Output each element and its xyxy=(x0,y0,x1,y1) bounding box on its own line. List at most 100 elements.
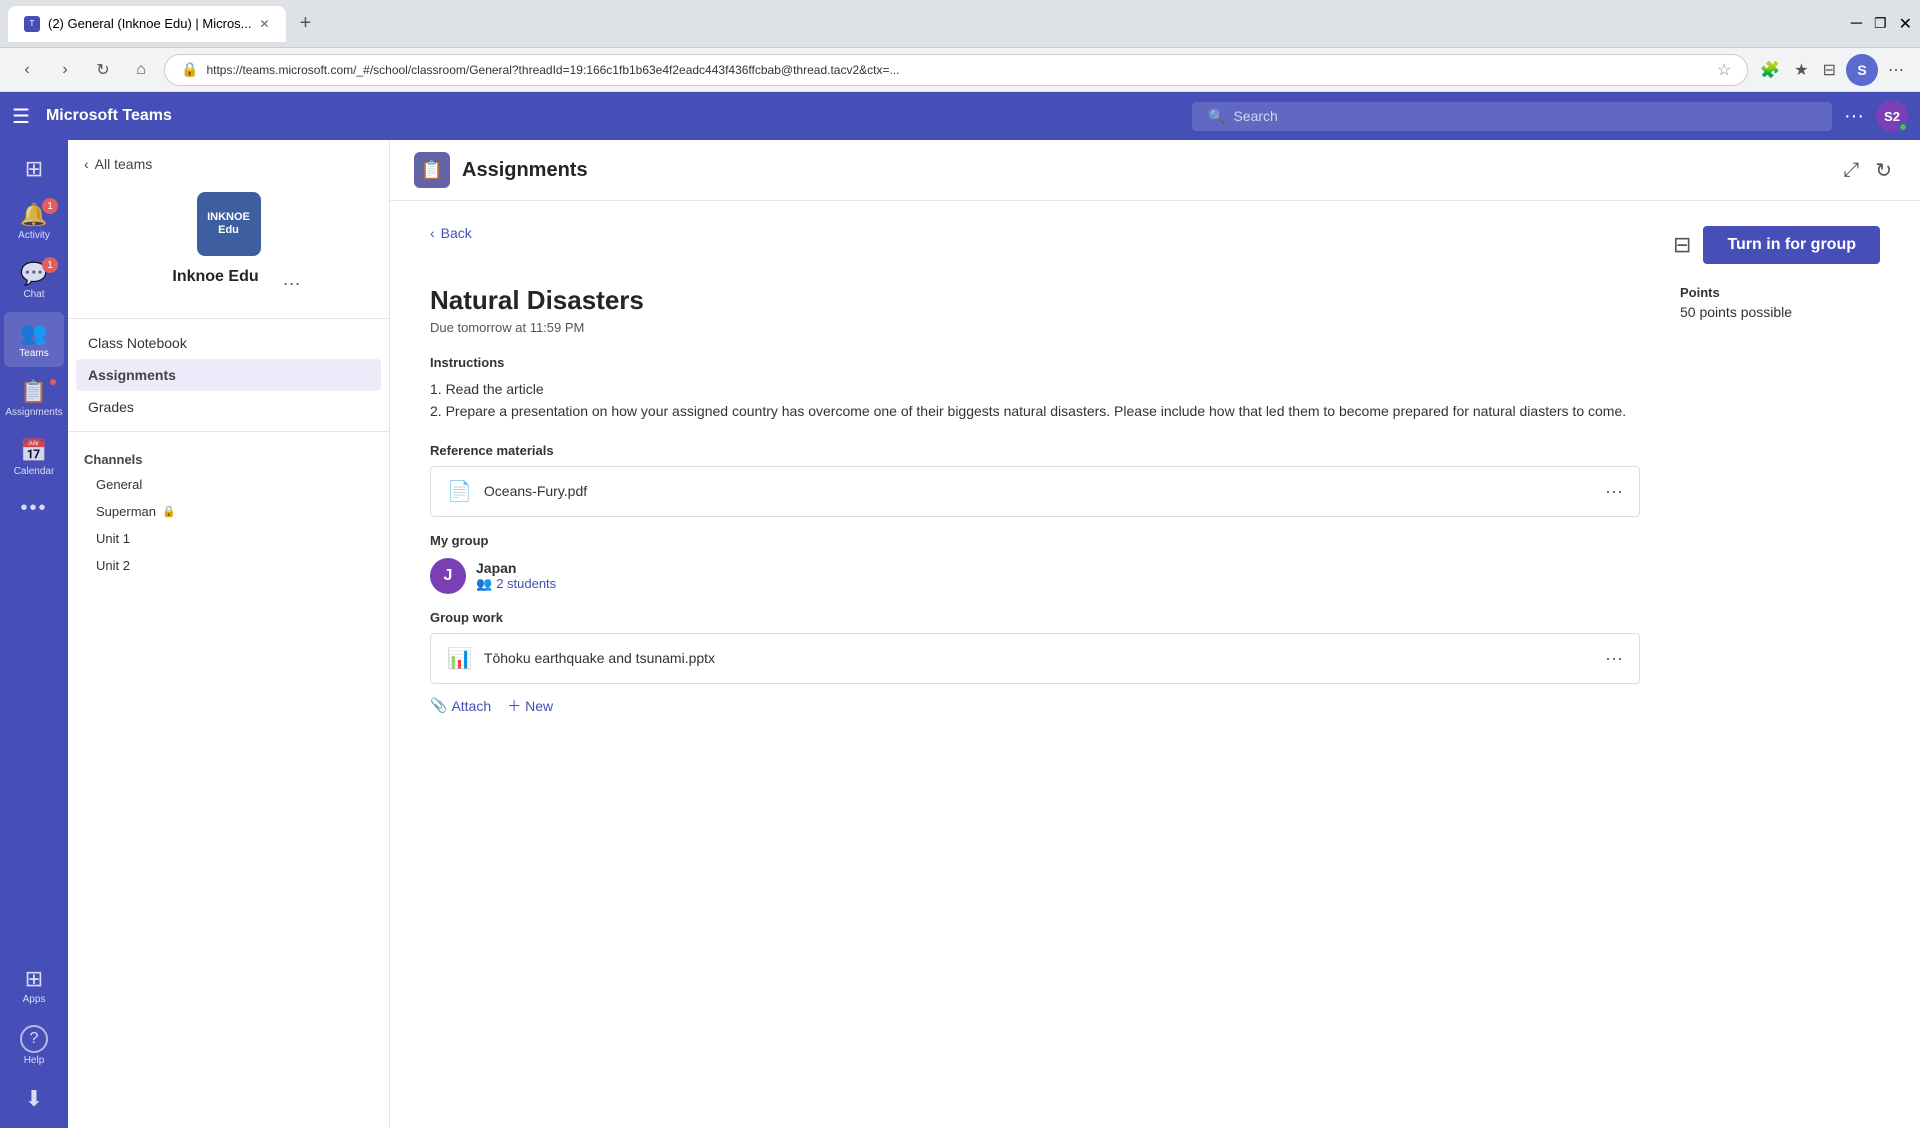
turn-in-button[interactable]: Turn in for group xyxy=(1703,226,1880,264)
user-avatar[interactable]: S2 xyxy=(1876,100,1908,132)
sidebar-item-calendar[interactable]: 📅 Calendar xyxy=(4,430,64,485)
channel-superman-label: Superman xyxy=(96,504,156,519)
channels-header: Channels xyxy=(68,440,389,471)
channel-unit2[interactable]: Unit 2 xyxy=(76,552,381,579)
profile-button[interactable]: S xyxy=(1846,54,1878,86)
assignments-icon: 📋 xyxy=(20,379,47,405)
sidebar-item-help[interactable]: ? Help xyxy=(4,1017,64,1074)
grid-icon: ⊞ xyxy=(25,156,43,182)
group-section: My group J Japan 👥 2 students xyxy=(430,533,1640,594)
new-button[interactable]: ＋ New xyxy=(507,696,553,716)
activity-badge: 1 xyxy=(42,198,58,214)
instructions-label: Instructions xyxy=(430,355,1640,370)
browser-more-button[interactable]: ⋯ xyxy=(1884,54,1908,86)
attach-row: 📎 Attach ＋ New xyxy=(430,696,1640,716)
maximize-button[interactable]: ❐ xyxy=(1874,15,1887,32)
header-actions: ⤢ ↻ xyxy=(1839,154,1896,187)
channel-unit2-label: Unit 2 xyxy=(96,558,130,573)
assignments-sidebar-label: Assignments xyxy=(5,407,62,418)
team-nav-list: Class Notebook Assignments Grades xyxy=(68,327,389,423)
search-input[interactable] xyxy=(1233,108,1816,124)
channel-unit1-label: Unit 1 xyxy=(96,531,130,546)
ref-file-more-button[interactable]: ··· xyxy=(1605,481,1623,502)
channel-general[interactable]: General xyxy=(76,471,381,498)
detail-sidebar: Points 50 points possible xyxy=(1680,285,1880,716)
nav-item-assignments[interactable]: Assignments xyxy=(76,359,381,391)
sidebar-item-chat[interactable]: 💬 Chat 1 xyxy=(4,253,64,308)
new-tab-button[interactable]: + xyxy=(292,8,320,39)
collections-button[interactable]: ⊟ xyxy=(1819,54,1840,86)
lock-icon: 🔒 xyxy=(162,505,176,518)
group-name: Japan xyxy=(476,560,556,576)
more-icon: ••• xyxy=(20,497,47,520)
channel-unit1[interactable]: Unit 1 xyxy=(76,525,381,552)
search-bar[interactable]: 🔍 xyxy=(1192,102,1832,131)
activity-label: Activity xyxy=(18,230,50,241)
extensions-button[interactable]: 🧩 xyxy=(1756,54,1784,86)
calendar-label: Calendar xyxy=(14,466,55,477)
nav-item-class-notebook[interactable]: Class Notebook xyxy=(76,327,381,359)
browser-tab-active[interactable]: T (2) General (Inknoe Edu) | Micros... ✕ xyxy=(8,6,286,42)
rubric-button[interactable]: ⊟ xyxy=(1673,232,1691,258)
detail-header-row: ‹ Back ⊟ Turn in for group xyxy=(430,225,1880,265)
chat-badge: 1 xyxy=(42,257,58,273)
header-right: ··· S2 xyxy=(1844,100,1908,132)
apps-icon: ⊞ xyxy=(25,966,43,992)
tab-close-button[interactable]: ✕ xyxy=(260,17,270,31)
teams-panel: ‹ All teams INKNOEEdu Inknoe Edu ··· Cla… xyxy=(68,140,390,1128)
back-button[interactable]: ‹ Back xyxy=(430,225,472,241)
address-bar[interactable]: 🔒 https://teams.microsoft.com/_#/school/… xyxy=(164,54,1748,86)
back-nav-button[interactable]: ‹ xyxy=(12,55,42,85)
divider-2 xyxy=(68,431,389,432)
group-file-more-button[interactable]: ··· xyxy=(1605,648,1623,669)
detail-layout: Natural Disasters Due tomorrow at 11:59 … xyxy=(430,285,1880,716)
star-icon[interactable]: ☆ xyxy=(1717,60,1731,80)
app-sidebar: ⊞ 🔔 Activity 1 💬 Chat 1 👥 Teams 📋 Assign… xyxy=(0,140,68,1128)
app-header: ☰ Microsoft Teams 🔍 ··· S2 xyxy=(0,92,1920,140)
sidebar-item-teams[interactable]: 👥 Teams xyxy=(4,312,64,367)
back-chevron-icon: ‹ xyxy=(430,225,435,241)
online-status-dot xyxy=(1898,122,1908,132)
forward-nav-button[interactable]: › xyxy=(50,55,80,85)
tab-icon: T xyxy=(24,16,40,32)
header-more-button[interactable]: ··· xyxy=(1844,105,1864,128)
main-content: 📋 Assignments ⤢ ↻ ‹ Back ⊟ Turn in for g… xyxy=(390,140,1920,1128)
all-teams-back-link[interactable]: ‹ All teams xyxy=(84,156,152,172)
ref-materials-label: Reference materials xyxy=(430,443,1640,458)
attach-button[interactable]: 📎 Attach xyxy=(430,696,491,716)
home-nav-button[interactable]: ⌂ xyxy=(126,55,156,85)
points-label: Points xyxy=(1680,285,1880,300)
app-menu-button[interactable]: ☰ xyxy=(12,104,30,129)
instructions-text: 1. Read the article 2. Prepare a present… xyxy=(430,378,1640,423)
team-more-button[interactable]: ··· xyxy=(283,273,301,294)
refresh-button[interactable]: ↻ xyxy=(1871,154,1896,187)
pptx-icon: 📊 xyxy=(447,646,472,671)
detail-main: Natural Disasters Due tomorrow at 11:59 … xyxy=(430,285,1640,716)
new-label: New xyxy=(525,698,553,714)
sidebar-item-apps[interactable]: ⊞ Apps xyxy=(4,958,64,1013)
chat-label: Chat xyxy=(23,289,44,300)
minimize-button[interactable]: ─ xyxy=(1851,15,1862,33)
team-avatar-text: INKNOEEdu xyxy=(207,211,250,237)
group-info: Japan 👥 2 students xyxy=(476,560,556,592)
browser-chrome: T (2) General (Inknoe Edu) | Micros... ✕… xyxy=(0,0,1920,48)
assignment-due: Due tomorrow at 11:59 PM xyxy=(430,320,1640,335)
teams-panel-header: ‹ All teams xyxy=(68,140,389,180)
assignment-detail: ‹ Back ⊟ Turn in for group Natural Disas… xyxy=(390,201,1920,1128)
team-avatar: INKNOEEdu xyxy=(197,192,261,256)
sidebar-item-download[interactable]: ⬇ xyxy=(4,1078,64,1120)
tab-title: (2) General (Inknoe Edu) | Micros... xyxy=(48,16,252,31)
teams-icon: 👥 xyxy=(20,320,47,346)
channel-general-label: General xyxy=(96,477,142,492)
close-window-button[interactable]: ✕ xyxy=(1899,14,1912,34)
favorites-button[interactable]: ★ xyxy=(1790,54,1812,86)
sidebar-item-activity[interactable]: 🔔 Activity 1 xyxy=(4,194,64,249)
channel-superman[interactable]: Superman 🔒 xyxy=(76,498,381,525)
sidebar-grid-icon[interactable]: ⊞ xyxy=(4,148,64,190)
sidebar-item-more[interactable]: ••• xyxy=(4,489,64,528)
expand-button[interactable]: ⤢ xyxy=(1839,154,1863,187)
attach-label: Attach xyxy=(451,698,491,714)
nav-item-grades[interactable]: Grades xyxy=(76,391,381,423)
sidebar-item-assignments[interactable]: 📋 Assignments xyxy=(4,371,64,426)
reload-nav-button[interactable]: ↻ xyxy=(88,55,118,85)
